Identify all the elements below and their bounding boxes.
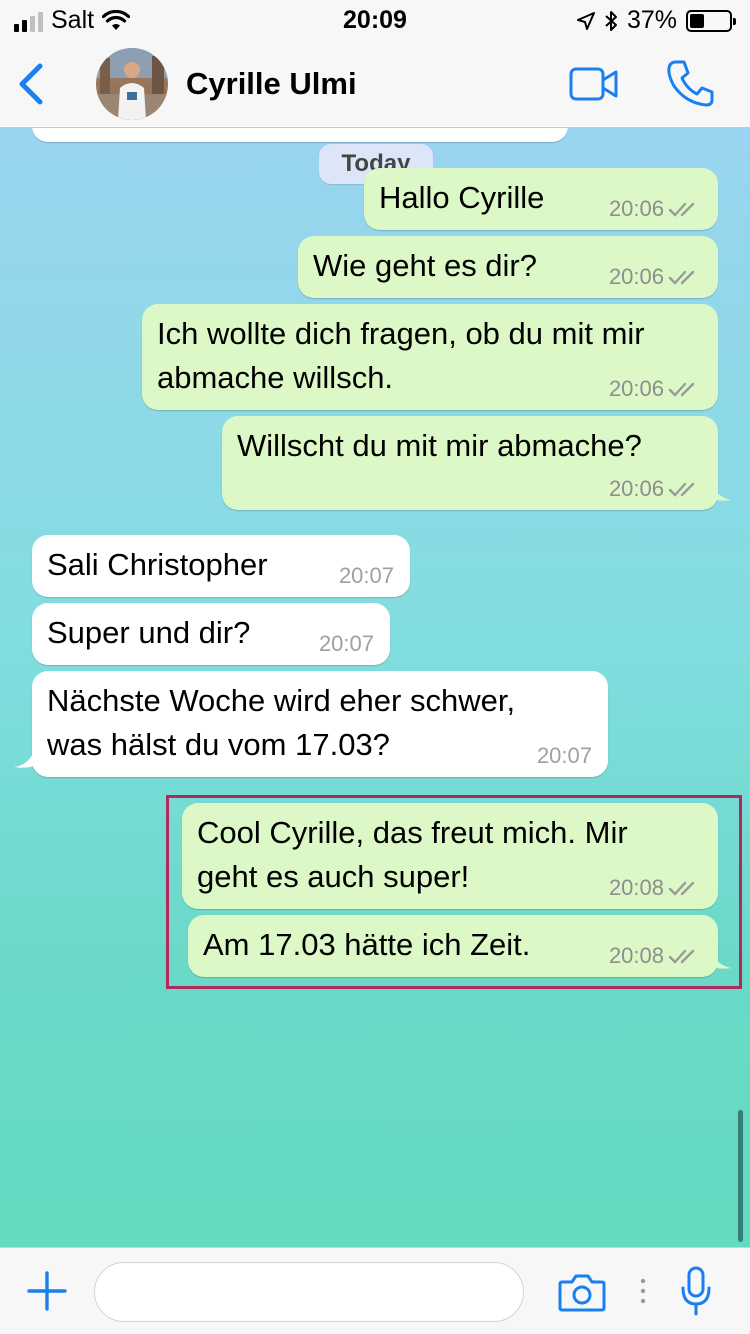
battery-icon [686,9,736,32]
previous-message-bubble[interactable] [32,128,568,142]
message-composer [0,1247,750,1334]
message-text: Hallo Cyrille [379,180,545,215]
message-time: 20:07 [318,631,374,656]
location-arrow-icon [576,11,595,30]
double-check-icon [668,202,695,217]
status-bar: Salt 20:09 37% [0,0,750,40]
message-text: Nächste Woche wird eher schwer, was häls… [47,683,516,762]
message-time: 20:07 [338,563,394,588]
phone-icon[interactable] [666,58,714,108]
message-bubble-outgoing[interactable]: Ich wollte dich fragen, ob du mit mir ab… [142,304,718,410]
bluetooth-icon [605,10,617,31]
message-time: 20:06 [608,196,664,221]
double-check-icon [668,949,695,964]
bubble-tail [710,948,732,969]
message-text: Super und dir? [47,615,251,650]
video-camera-icon[interactable] [568,64,620,104]
camera-icon[interactable] [558,1272,606,1312]
microphone-icon[interactable] [680,1266,712,1318]
message-time: 20:06 [608,476,664,501]
message-text: Cool Cyrille, das freut mich. Mir geht e… [197,815,628,894]
message-bubble-outgoing[interactable]: Wie geht es dir? 20:06 [298,236,718,298]
message-time: 20:07 [536,743,592,768]
plus-icon[interactable] [26,1270,68,1312]
bubble-tail [710,480,732,501]
avatar-photo [96,48,168,120]
message-bubble-outgoing[interactable]: Am 17.03 hätte ich Zeit. 20:08 [188,915,718,977]
message-bubble-incoming[interactable]: Nächste Woche wird eher schwer, was häls… [32,671,608,777]
separator-dots-icon [640,1278,646,1304]
message-text: Willscht du mit mir abmache? [237,428,642,463]
message-bubble-outgoing[interactable]: Cool Cyrille, das freut mich. Mir geht e… [182,803,718,909]
message-input[interactable] [94,1262,524,1322]
double-check-icon [668,270,695,285]
chat-header: Cyrille Ulmi [0,40,750,128]
scrollbar[interactable] [738,1110,743,1242]
contact-name[interactable]: Cyrille Ulmi [186,66,357,102]
battery-percentage: 37% [626,6,677,34]
chevron-left-icon[interactable] [12,58,52,110]
message-text: Wie geht es dir? [313,248,537,283]
message-bubble-outgoing[interactable]: Willscht du mit mir abmache? 20:06 [222,416,718,510]
message-text: Ich wollte dich fragen, ob du mit mir ab… [157,316,645,395]
message-bubble-incoming[interactable]: Sali Christopher 20:07 [32,535,410,597]
double-check-icon [668,382,695,397]
contact-avatar[interactable] [96,48,168,120]
double-check-icon [668,482,695,497]
message-time: 20:06 [608,376,664,401]
message-time: 20:06 [608,264,664,289]
message-text: Sali Christopher [47,547,268,582]
message-time: 20:08 [608,875,664,900]
message-bubble-outgoing[interactable]: Hallo Cyrille 20:06 [364,168,718,230]
message-time: 20:08 [608,943,664,968]
chat-area[interactable]: Today Hallo Cyrille 20:06 Wie geht es di… [0,128,750,1247]
double-check-icon [668,881,695,896]
message-bubble-incoming[interactable]: Super und dir? 20:07 [32,603,390,665]
bubble-tail [14,747,36,768]
message-text: Am 17.03 hätte ich Zeit. [203,927,531,962]
